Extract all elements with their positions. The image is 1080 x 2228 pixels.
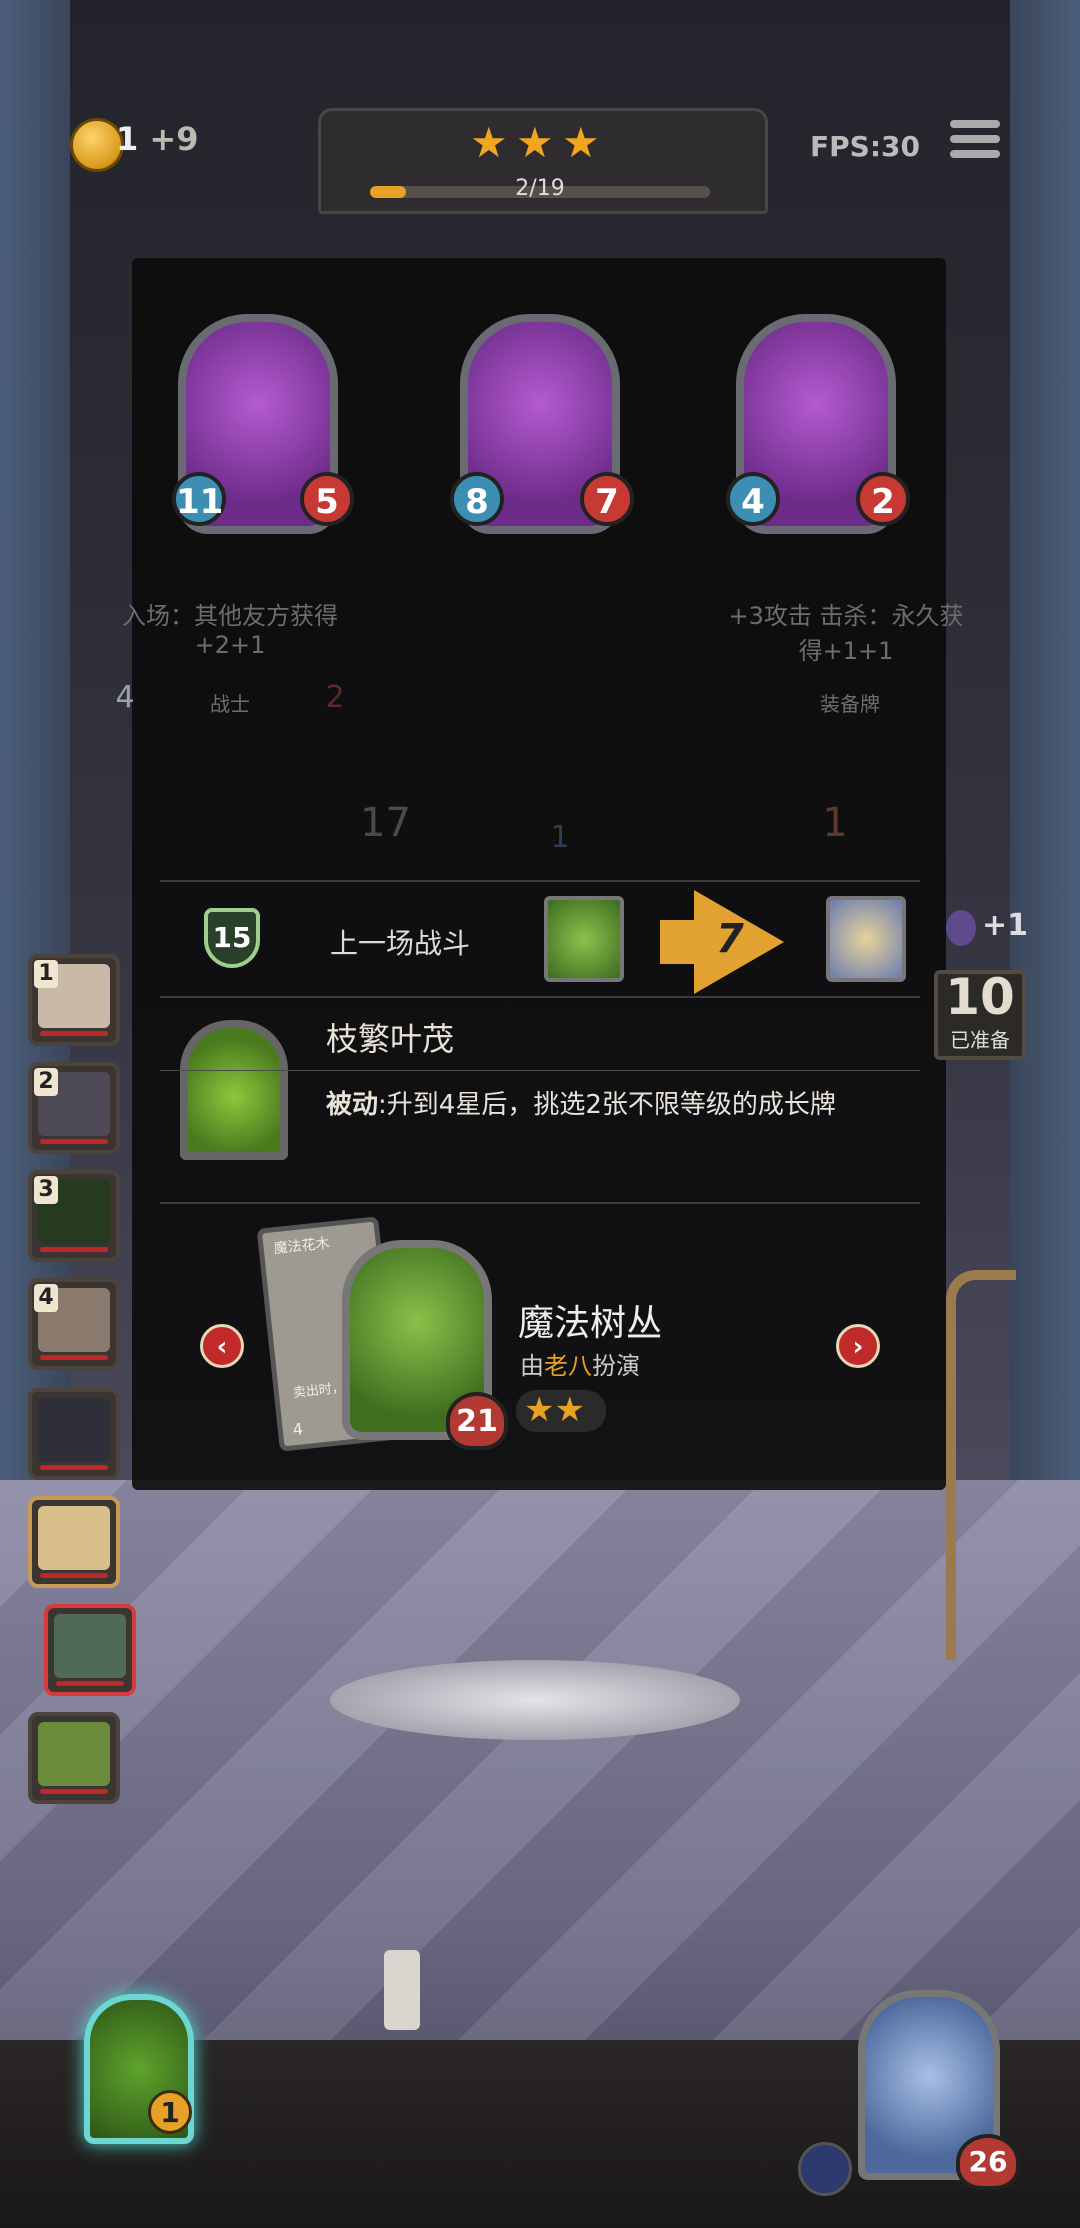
menu-icon[interactable] bbox=[950, 120, 1000, 164]
last-battle-label: 上一场战斗 bbox=[330, 927, 471, 960]
next-card-button[interactable]: › bbox=[836, 1324, 880, 1368]
leaf-skill-icon bbox=[180, 1020, 288, 1160]
side-card-face bbox=[38, 1722, 110, 1786]
count-1-a: 1 bbox=[550, 820, 570, 855]
right-pillar bbox=[1010, 0, 1080, 1700]
progress-fill bbox=[370, 186, 406, 198]
card-num-right: 2 bbox=[325, 680, 345, 715]
divider bbox=[160, 880, 920, 882]
side-card-face bbox=[38, 1506, 110, 1570]
card-back-title: 魔法花木 bbox=[273, 1235, 331, 1258]
count-17: 17 bbox=[360, 800, 411, 846]
card-tag-right: 装备牌 bbox=[820, 692, 880, 716]
last-battle-own-avatar bbox=[544, 896, 624, 982]
skill-description: 被动:升到4星后，挑选2张不限等级的成长牌 bbox=[326, 1084, 836, 1121]
bonus-value: +1 bbox=[982, 908, 1029, 943]
side-card-hp-bar bbox=[40, 1031, 108, 1036]
side-card-slot[interactable] bbox=[28, 1388, 120, 1480]
health-badge: 5 bbox=[300, 472, 354, 526]
character-health: 21 bbox=[446, 1392, 508, 1450]
actor-prefix: 由 bbox=[520, 1352, 544, 1380]
attack-badge: 8 bbox=[450, 472, 504, 526]
count-1-b: 1 bbox=[822, 800, 848, 846]
fps-counter: FPS:30 bbox=[810, 130, 920, 163]
side-card-face bbox=[54, 1614, 126, 1678]
actor-suffix: 扮演 bbox=[592, 1352, 640, 1380]
side-card-slot[interactable]: 2 bbox=[28, 1062, 120, 1154]
card-num-left: 4 bbox=[115, 680, 135, 715]
side-card-slot[interactable] bbox=[28, 1712, 120, 1804]
health-badge: 2 bbox=[856, 472, 910, 526]
star-icon: ★ bbox=[524, 1390, 555, 1430]
harp-decoration bbox=[946, 1270, 1016, 1660]
side-card-hp-bar bbox=[40, 1573, 108, 1578]
last-battle-enemy-avatar bbox=[826, 896, 906, 982]
side-card-hp-bar bbox=[40, 1247, 108, 1252]
attack-badge: 4 bbox=[726, 472, 780, 526]
hero-level: 1 bbox=[148, 2090, 192, 2134]
side-card-slot[interactable] bbox=[44, 1604, 136, 1696]
side-card-rank: 4 bbox=[34, 1284, 58, 1312]
side-card-rank: 2 bbox=[34, 1068, 58, 1096]
card-tag-left: 战士 bbox=[210, 692, 250, 716]
side-card-slot[interactable]: 3 bbox=[28, 1170, 120, 1262]
skill-text: :升到4星后，挑选2张不限等级的成长牌 bbox=[378, 1090, 836, 1120]
opponent-health: 26 bbox=[956, 2134, 1020, 2190]
character-stars: ★★ bbox=[516, 1390, 606, 1432]
skill-type: 被动 bbox=[326, 1090, 379, 1120]
shield-badge: 15 bbox=[204, 908, 260, 968]
star-icon: ★ bbox=[554, 1390, 585, 1430]
character-actor: 由老八扮演 bbox=[520, 1346, 640, 1381]
actor-name: 老八 bbox=[544, 1352, 592, 1380]
side-card-slot[interactable]: 4 bbox=[28, 1278, 120, 1370]
candle-decoration bbox=[384, 1950, 420, 2030]
side-card-face bbox=[38, 1398, 110, 1462]
side-card-rank: 1 bbox=[34, 960, 58, 988]
coin-counter: 1 +9 bbox=[116, 120, 198, 158]
side-card-hp-bar bbox=[56, 1681, 124, 1686]
side-card-hp-bar bbox=[40, 1139, 108, 1144]
ready-count: 10 bbox=[945, 968, 1015, 1026]
side-card-slot[interactable] bbox=[28, 1496, 120, 1588]
coin-plus: +9 bbox=[149, 120, 199, 158]
star-icon: ★ bbox=[470, 118, 508, 167]
attack-badge: 11 bbox=[172, 472, 226, 526]
music-box-statue bbox=[330, 1660, 740, 1740]
shield-icon[interactable] bbox=[798, 2142, 852, 2196]
coin-value: 1 bbox=[116, 120, 139, 158]
star-icon: ★ bbox=[516, 118, 554, 167]
moon-icon bbox=[946, 910, 976, 946]
character-name: 魔法树丛 bbox=[518, 1303, 663, 1344]
side-card-hp-bar bbox=[40, 1789, 108, 1794]
card-desc-left: 入场：其他友方获得+2+1 bbox=[122, 602, 338, 659]
side-card-rank: 3 bbox=[34, 1176, 58, 1204]
damage-value: 7 bbox=[716, 916, 744, 962]
card-desc-right: +3攻击 击杀：永久获得+1+1 bbox=[728, 602, 964, 665]
ready-label: 已准备 bbox=[950, 1028, 1010, 1052]
divider-dashed bbox=[160, 1070, 920, 1071]
progress-text: 2/19 bbox=[515, 176, 565, 201]
health-badge: 7 bbox=[580, 472, 634, 526]
skill-name: 枝繁叶茂 bbox=[326, 1020, 455, 1058]
prev-card-button[interactable]: ‹ bbox=[200, 1324, 244, 1368]
star-icon: ★ bbox=[562, 118, 600, 167]
card-back-num: 4 bbox=[291, 1419, 304, 1440]
side-card-hp-bar bbox=[40, 1355, 108, 1360]
divider bbox=[160, 1202, 920, 1204]
side-card-slot[interactable]: 1 bbox=[28, 954, 120, 1046]
side-card-hp-bar bbox=[40, 1465, 108, 1470]
divider bbox=[160, 996, 920, 998]
